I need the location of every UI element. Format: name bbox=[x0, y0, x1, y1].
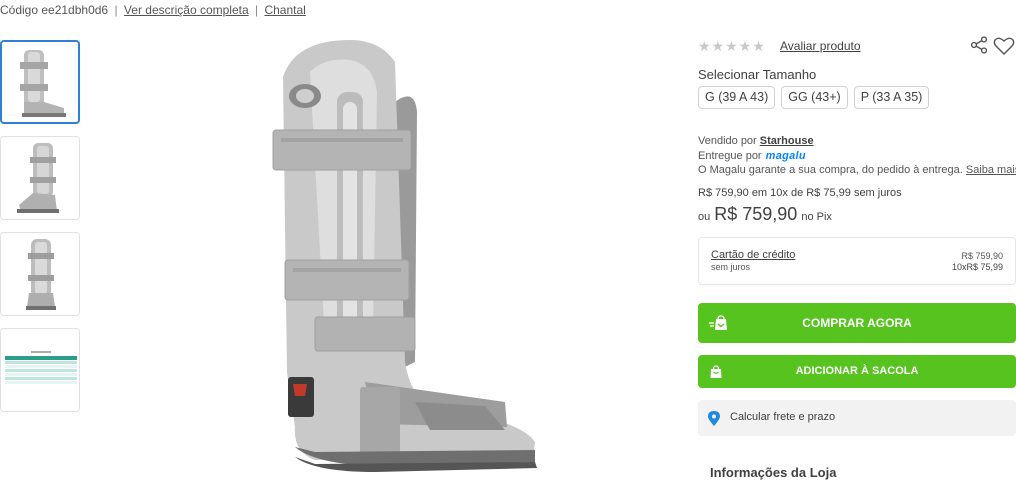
bag-arrow-icon bbox=[709, 315, 727, 330]
credit-card-installments: 10xR$ 75,99 bbox=[951, 262, 1003, 272]
size-option-p[interactable]: P (33 A 35) bbox=[853, 86, 930, 109]
boot-thumbnail-image bbox=[26, 239, 56, 310]
rate-product-link[interactable]: Avaliar produto bbox=[780, 39, 861, 53]
size-selector-title: Selecionar Tamanho bbox=[698, 67, 817, 82]
rating-stars: ★★★★★ bbox=[698, 38, 766, 54]
calculate-shipping-button[interactable]: Calcular frete e prazo bbox=[698, 400, 1016, 436]
delivered-by-label: Entregue por bbox=[698, 150, 762, 162]
credit-card-title[interactable]: Cartão de crédito bbox=[711, 249, 795, 261]
thumbnail-boot-angle[interactable] bbox=[0, 136, 80, 220]
credit-card-option[interactable]: Cartão de crédito sem juros R$ 759,90 10… bbox=[698, 237, 1016, 285]
product-buy-panel: ★★★★★ Avaliar produto Selecionar Tamanho… bbox=[698, 0, 1016, 480]
boot-thumbnail-image bbox=[20, 50, 66, 117]
sold-by-label: Vendido por bbox=[698, 135, 757, 147]
add-to-bag-label: ADICIONAR À SACOLA bbox=[795, 365, 919, 377]
seller-name-link[interactable]: Starhouse bbox=[760, 135, 814, 147]
product-main-image bbox=[255, 32, 555, 472]
size-options: G (39 A 43) GG (43+) P (33 A 35) bbox=[698, 86, 930, 109]
or-label: ou bbox=[698, 211, 711, 223]
installments-text: R$ 759,90 em 10x de R$ 75,99 sem juros bbox=[698, 187, 902, 199]
buy-now-button[interactable]: COMPRAR AGORA bbox=[698, 303, 1016, 343]
calculate-shipping-label: Calcular frete e prazo bbox=[730, 411, 836, 423]
magalu-logo: magalu bbox=[765, 150, 806, 162]
pix-price-line: ou R$ 759,90 no Pix bbox=[698, 204, 832, 225]
thumbnail-boot-side[interactable] bbox=[0, 40, 80, 124]
pix-label: no Pix bbox=[801, 211, 832, 223]
product-code-line: Código ee21dbh0d6 | Ver descrição comple… bbox=[0, 3, 306, 17]
size-option-gg[interactable]: GG (43+) bbox=[781, 86, 848, 109]
product-code: Código ee21dbh0d6 bbox=[0, 3, 109, 17]
brand-link[interactable]: Chantal bbox=[264, 3, 305, 17]
add-to-bag-button[interactable]: ADICIONAR À SACOLA bbox=[698, 355, 1016, 388]
heart-icon[interactable] bbox=[993, 36, 1015, 56]
full-description-link[interactable]: Ver descrição completa bbox=[124, 3, 249, 17]
seller-line: Vendido por Starhouse bbox=[698, 135, 814, 147]
store-info-title: Informações da Loja bbox=[710, 465, 837, 480]
learn-more-link[interactable]: Saiba mais bbox=[966, 164, 1016, 176]
pix-price: R$ 759,90 bbox=[714, 204, 798, 224]
boot-thumbnail-image bbox=[17, 143, 59, 213]
size-table-thumbnail-image bbox=[5, 351, 77, 384]
separator: | bbox=[255, 3, 259, 17]
separator: | bbox=[114, 3, 118, 17]
credit-card-price: R$ 759,90 bbox=[961, 251, 1003, 261]
walker-boot-image bbox=[272, 40, 537, 472]
guarantee-line: O Magalu garante a sua compra, do pedido… bbox=[698, 164, 1016, 176]
buy-now-label: COMPRAR AGORA bbox=[802, 316, 912, 330]
share-icon[interactable] bbox=[970, 36, 988, 54]
map-pin-icon bbox=[708, 411, 720, 426]
credit-card-subtitle: sem juros bbox=[711, 262, 751, 272]
guarantee-text: O Magalu garante a sua compra, do pedido… bbox=[698, 164, 963, 176]
bag-icon bbox=[710, 364, 722, 378]
delivery-line: Entregue por magalu bbox=[698, 150, 806, 162]
thumbnail-size-table[interactable] bbox=[0, 328, 80, 412]
size-option-g[interactable]: G (39 A 43) bbox=[698, 86, 776, 109]
thumbnail-boot-front[interactable] bbox=[0, 232, 80, 316]
